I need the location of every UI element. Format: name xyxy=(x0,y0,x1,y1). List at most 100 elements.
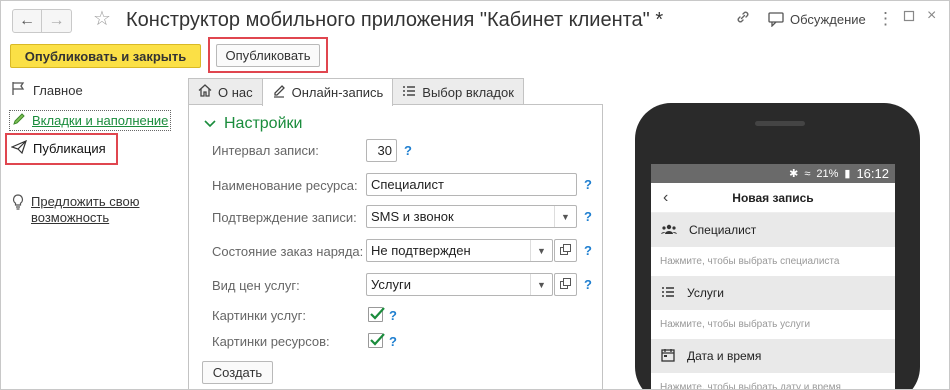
list-icon xyxy=(661,286,675,301)
order-state-select[interactable]: Не подтвержден ▼ xyxy=(366,239,553,262)
help-icon[interactable]: ? xyxy=(584,177,592,192)
phone-section-services[interactable]: Услуги xyxy=(651,276,895,310)
phone-speaker xyxy=(755,121,805,126)
publish-and-close-button[interactable]: Опубликовать и закрыть xyxy=(10,44,201,68)
sidebar-item-publication[interactable]: Публикация xyxy=(10,139,106,157)
star-icon[interactable]: ☆ xyxy=(93,6,111,31)
open-form-icon xyxy=(560,243,571,258)
calendar-icon xyxy=(661,348,675,365)
dropdown-arrow-icon[interactable]: ▼ xyxy=(554,206,576,227)
list-icon xyxy=(402,85,416,100)
pencil-icon xyxy=(12,112,26,129)
checkbox-icon xyxy=(370,333,385,346)
close-icon[interactable]: × xyxy=(927,7,936,25)
interval-label: Интервал записи: xyxy=(212,143,319,158)
help-icon[interactable]: ? xyxy=(389,334,397,349)
discussion-icon xyxy=(768,12,784,27)
people-icon xyxy=(661,223,677,237)
dropdown-arrow-icon[interactable]: ▼ xyxy=(530,240,552,261)
dropdown-arrow-icon[interactable]: ▼ xyxy=(530,274,552,295)
sidebar-item-suggest[interactable]: Предложить свою возможность xyxy=(11,194,151,226)
wifi-icon: ≈ xyxy=(804,167,811,180)
phone-section-hint[interactable]: Нажмите, чтобы выбрать специалиста xyxy=(651,247,895,276)
service-images-checkbox[interactable] xyxy=(368,307,385,322)
help-icon[interactable]: ? xyxy=(584,277,592,292)
phone-screen: ✱ ≈ 21% ▮ 16:12 ‹ Новая запись Специалис… xyxy=(651,164,895,389)
link-icon[interactable] xyxy=(735,9,751,30)
help-icon[interactable]: ? xyxy=(404,143,412,158)
tab-label: О нас xyxy=(218,84,253,100)
tab-bar: О нас Онлайн-запись Выбор вкладок xyxy=(188,78,524,106)
back-arrow-icon: ← xyxy=(19,12,35,29)
tab-select-tabs[interactable]: Выбор вкладок xyxy=(392,78,524,105)
help-icon[interactable]: ? xyxy=(584,243,592,258)
phone-section-title: Услуги xyxy=(687,286,724,300)
tab-online-booking[interactable]: Онлайн-запись xyxy=(261,78,394,106)
open-form-icon xyxy=(560,277,571,292)
sidebar-item-tabs[interactable]: Вкладки и наполнение xyxy=(9,110,172,131)
confirmation-label: Подтверждение записи: xyxy=(212,210,357,225)
discussion-label: Обсуждение xyxy=(790,12,866,27)
phone-section-specialist[interactable]: Специалист xyxy=(651,213,895,247)
tab-label: Онлайн-запись xyxy=(291,85,384,100)
battery-level: 21% xyxy=(816,167,839,180)
forward-arrow-icon: → xyxy=(48,12,65,29)
app-window: ← → ☆ Конструктор мобильного приложения … xyxy=(0,0,950,390)
back-button[interactable]: ← xyxy=(12,9,42,33)
price-type-select[interactable]: Услуги ▼ xyxy=(366,273,553,296)
tab-label: Выбор вкладок xyxy=(422,84,514,100)
more-icon[interactable]: ⋮ xyxy=(877,9,894,29)
service-images-label: Картинки услуг: xyxy=(212,308,306,323)
phone-section-datetime[interactable]: Дата и время xyxy=(651,339,895,373)
resource-images-checkbox[interactable] xyxy=(368,333,385,348)
back-chevron-icon[interactable]: ‹ xyxy=(663,189,668,207)
confirmation-select[interactable]: SMS и звонок ▼ xyxy=(366,205,577,228)
open-form-button[interactable] xyxy=(554,273,577,296)
settings-section-header[interactable]: Настройки xyxy=(204,115,302,133)
create-button[interactable]: Создать xyxy=(202,361,273,384)
order-state-label: Состояние заказ наряда: xyxy=(212,244,364,259)
interval-input[interactable]: 30 xyxy=(366,139,397,162)
discussion-button[interactable]: Обсуждение xyxy=(768,12,866,27)
phone-section-hint[interactable]: Нажмите, чтобы выбрать услуги xyxy=(651,310,895,339)
section-title: Настройки xyxy=(224,115,303,132)
checkbox-icon xyxy=(370,307,385,320)
sidebar-item-label: Главное xyxy=(33,82,83,98)
help-icon[interactable]: ? xyxy=(389,308,397,323)
window-title: Конструктор мобильного приложения "Кабин… xyxy=(126,9,664,31)
price-type-value: Услуги xyxy=(371,277,411,292)
tab-about[interactable]: О нас xyxy=(188,78,263,105)
sidebar-item-label: Вкладки и наполнение xyxy=(32,113,169,128)
home-icon xyxy=(198,84,212,100)
bluetooth-icon: ✱ xyxy=(789,168,799,180)
interval-value: 30 xyxy=(377,143,392,158)
publish-button[interactable]: Опубликовать xyxy=(216,44,320,67)
sidebar-item-label[interactable]: Предложить свою возможность xyxy=(31,194,151,226)
resource-images-label: Картинки ресурсов: xyxy=(212,334,330,349)
forward-button[interactable]: → xyxy=(42,9,72,33)
open-form-button[interactable] xyxy=(554,239,577,262)
lightbulb-icon xyxy=(11,194,25,213)
resource-name-input[interactable]: Специалист xyxy=(366,173,577,196)
paper-plane-icon xyxy=(10,139,27,157)
flag-icon xyxy=(11,81,27,99)
phone-time: 16:12 xyxy=(856,166,889,181)
title-bar: ← → ☆ Конструктор мобильного приложения … xyxy=(1,1,949,39)
phone-status-bar: ✱ ≈ 21% ▮ 16:12 xyxy=(651,164,895,183)
order-state-value: Не подтвержден xyxy=(371,243,471,258)
phone-app-bar: ‹ Новая запись xyxy=(651,183,895,213)
edit-icon xyxy=(272,84,286,101)
resource-name-value: Специалист xyxy=(371,177,444,192)
phone-section-hint[interactable]: Нажмите, чтобы выбрать дату и время xyxy=(651,373,895,389)
price-type-label: Вид цен услуг: xyxy=(212,278,300,293)
resource-name-label: Наименование ресурса: xyxy=(212,178,358,193)
confirmation-value: SMS и звонок xyxy=(371,209,454,224)
chevron-down-icon xyxy=(204,115,216,133)
restore-icon[interactable] xyxy=(903,9,915,27)
phone-section-title: Специалист xyxy=(689,223,757,237)
sidebar-item-main[interactable]: Главное xyxy=(11,81,83,99)
help-icon[interactable]: ? xyxy=(584,209,592,224)
sidebar-item-label: Публикация xyxy=(33,141,106,156)
phone-section-title: Дата и время xyxy=(687,349,762,363)
phone-title: Новая запись xyxy=(732,190,814,205)
